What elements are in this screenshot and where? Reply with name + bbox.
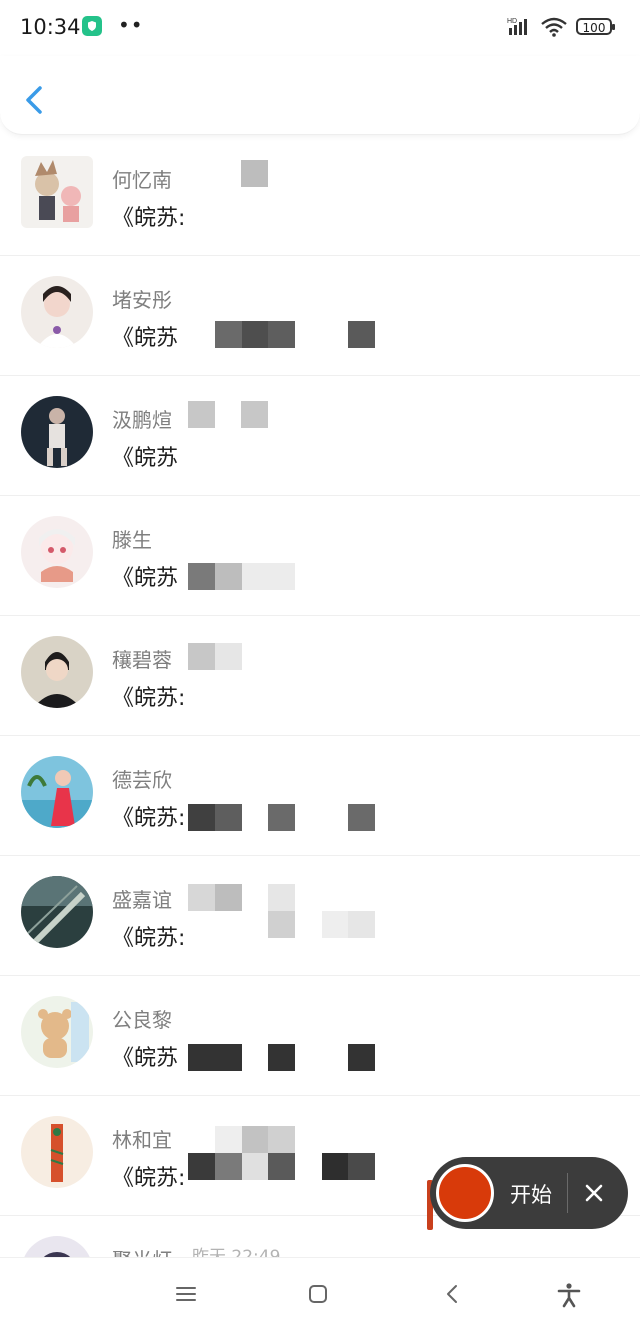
svg-text:HD: HD <box>507 18 517 25</box>
redaction-block <box>348 1153 375 1180</box>
redaction-block <box>241 401 268 428</box>
avatar <box>21 156 93 228</box>
message-preview: 《皖苏: <box>112 806 186 831</box>
redaction-block <box>215 1153 242 1180</box>
redaction-block <box>348 321 375 348</box>
redaction-block <box>215 1126 242 1153</box>
contact-name: 公良黎 <box>112 1008 172 1032</box>
message-preview: 《皖苏: <box>112 206 186 231</box>
avatar <box>21 396 93 468</box>
start-button[interactable]: 开始 <box>510 1179 552 1209</box>
avatar <box>21 876 93 948</box>
shield-icon <box>82 16 102 36</box>
contact-name: 穰碧蓉 <box>112 648 172 672</box>
redaction-block <box>348 1044 375 1071</box>
redaction-block <box>188 1153 215 1180</box>
redaction-block <box>322 1153 349 1180</box>
battery-icon: 100 <box>576 18 615 35</box>
system-nav-bar <box>0 1257 640 1334</box>
redaction-block <box>215 321 242 348</box>
redaction-block <box>242 1153 269 1180</box>
contact-name: 何忆南 <box>112 168 172 192</box>
header <box>0 56 640 135</box>
list-item[interactable]: 穰碧蓉 《皖苏: <box>0 616 640 736</box>
message-preview: 《皖苏: <box>112 686 186 711</box>
redaction-block <box>188 401 215 428</box>
redaction-block <box>268 321 295 348</box>
redaction-block <box>188 804 215 831</box>
contact-name: 盛嘉谊 <box>112 888 172 912</box>
avatar <box>21 636 93 708</box>
redaction-block <box>242 563 269 590</box>
redaction-block <box>348 911 375 938</box>
avatar <box>21 516 93 588</box>
redaction-block <box>215 643 242 670</box>
back-icon[interactable] <box>441 1282 465 1306</box>
list-item[interactable]: 汲鹏煊 《皖苏 <box>0 376 640 496</box>
contact-name: 堵安彤 <box>112 288 172 312</box>
redaction-block <box>268 884 295 911</box>
menu-icon[interactable] <box>174 1282 198 1306</box>
redaction-block <box>215 563 242 590</box>
list-item[interactable]: 公良黎 《皖苏 <box>0 976 640 1096</box>
redaction-block <box>188 1044 215 1071</box>
message-preview: 《皖苏: <box>112 926 186 951</box>
accessibility-icon[interactable] <box>556 1282 582 1308</box>
record-button[interactable] <box>436 1164 494 1222</box>
redaction-block <box>322 911 349 938</box>
notification-dots: •• <box>118 13 144 37</box>
redaction-block <box>268 1044 295 1071</box>
avatar <box>21 1116 93 1188</box>
signal-icon: HD <box>507 18 527 35</box>
status-time: 10:34 <box>20 15 81 39</box>
message-preview: 《皖苏 <box>112 446 179 471</box>
contact-name: 汲鹏煊 <box>112 408 172 432</box>
contact-name: 林和宜 <box>112 1128 172 1152</box>
redaction-block <box>268 1153 295 1180</box>
floating-recorder: 开始 <box>430 1157 628 1229</box>
list-item[interactable]: 何忆南 《皖苏: <box>0 136 640 256</box>
redaction-block <box>215 884 242 911</box>
redaction-block <box>188 643 215 670</box>
home-icon[interactable] <box>306 1282 330 1306</box>
redaction-block <box>215 804 242 831</box>
list-item[interactable]: 滕生 《皖苏 <box>0 496 640 616</box>
redaction-block <box>188 884 215 911</box>
list-item[interactable]: 盛嘉谊 《皖苏: <box>0 856 640 976</box>
redaction-block <box>268 804 295 831</box>
redaction-block <box>348 804 375 831</box>
message-preview: 《皖苏 <box>112 566 179 591</box>
list-item[interactable]: 德芸欣 《皖苏: <box>0 736 640 856</box>
redaction-block <box>268 563 295 590</box>
avatar <box>21 996 93 1068</box>
close-icon[interactable] <box>580 1179 608 1207</box>
redaction-block <box>215 1044 242 1071</box>
message-preview: 《皖苏 <box>112 326 179 351</box>
redaction-block <box>242 1126 269 1153</box>
contact-name: 滕生 <box>112 528 152 552</box>
redaction-block <box>268 911 295 938</box>
divider <box>567 1173 568 1213</box>
redaction-block <box>268 1126 295 1153</box>
list-item[interactable]: 堵安彤 《皖苏 <box>0 256 640 376</box>
message-preview: 《皖苏: <box>112 1166 186 1191</box>
redaction-block <box>242 321 269 348</box>
avatar <box>21 756 93 828</box>
contact-name: 德芸欣 <box>112 768 172 792</box>
wifi-icon <box>541 17 567 37</box>
avatar <box>21 276 93 348</box>
status-bar: 10:34 •• HD 100 <box>0 0 640 56</box>
message-preview: 《皖苏 <box>112 1046 179 1071</box>
redaction-block <box>241 160 268 187</box>
chevron-left-icon[interactable] <box>20 82 52 118</box>
redaction-block <box>188 563 215 590</box>
